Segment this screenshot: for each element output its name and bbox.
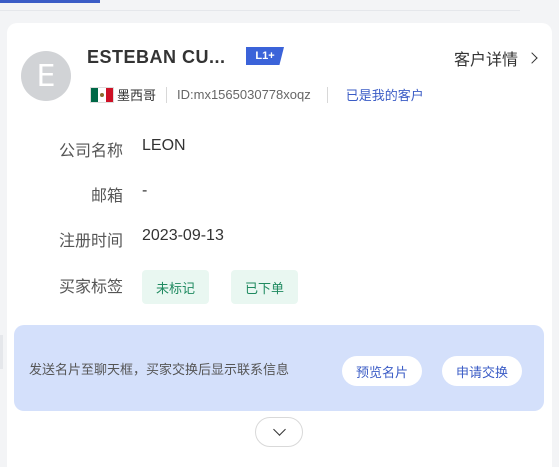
customer-id: ID:mx1565030778xoqz xyxy=(177,87,311,102)
tab-divider xyxy=(0,10,520,11)
active-tab-indicator xyxy=(0,0,100,3)
level-badge: L1+ xyxy=(246,47,284,65)
customer-meta-row: 墨西哥 ID:mx1565030778xoqz 已是我的客户 xyxy=(90,85,424,104)
customer-name[interactable]: ESTEBAN CU... xyxy=(87,47,226,68)
relation-status: 已是我的客户 xyxy=(345,89,424,104)
customer-detail-link[interactable]: 客户详情 xyxy=(453,46,538,70)
request-exchange-button[interactable]: 申请交换 xyxy=(442,356,523,386)
email-value: - xyxy=(142,182,148,199)
meta-divider xyxy=(326,86,328,103)
preview-card-button[interactable]: 预览名片 xyxy=(342,356,423,386)
expand-button[interactable] xyxy=(255,417,303,447)
email-label: 邮箱 xyxy=(90,186,123,205)
left-edge-handle xyxy=(0,335,3,369)
company-value: LEON xyxy=(142,137,186,154)
country-name: 墨西哥 xyxy=(117,89,157,104)
meta-divider xyxy=(166,86,168,103)
avatar[interactable]: E xyxy=(21,51,71,101)
tags-label: 买家标签 xyxy=(58,277,123,296)
registered-label: 注册时间 xyxy=(58,231,123,250)
customer-card: E ESTEBAN CU... L1+ 客户详情 墨西哥 ID:mx156503… xyxy=(7,23,552,467)
mexico-flag-icon xyxy=(90,86,114,103)
customer-detail-label: 客户详情 xyxy=(453,50,518,69)
chevron-right-icon xyxy=(526,52,538,64)
registered-value: 2023-09-13 xyxy=(142,227,224,244)
chevron-down-icon xyxy=(272,423,286,436)
card-exchange-banner: 发送名片至聊天框，买家交换后显示联系信息 预览名片 申请交换 xyxy=(14,325,544,411)
company-label: 公司名称 xyxy=(58,141,123,160)
tag-unmarked[interactable]: 未标记 xyxy=(142,270,210,304)
tag-ordered[interactable]: 已下单 xyxy=(231,270,299,304)
banner-text: 发送名片至聊天框，买家交换后显示联系信息 xyxy=(29,363,290,378)
avatar-letter: E xyxy=(36,58,56,94)
